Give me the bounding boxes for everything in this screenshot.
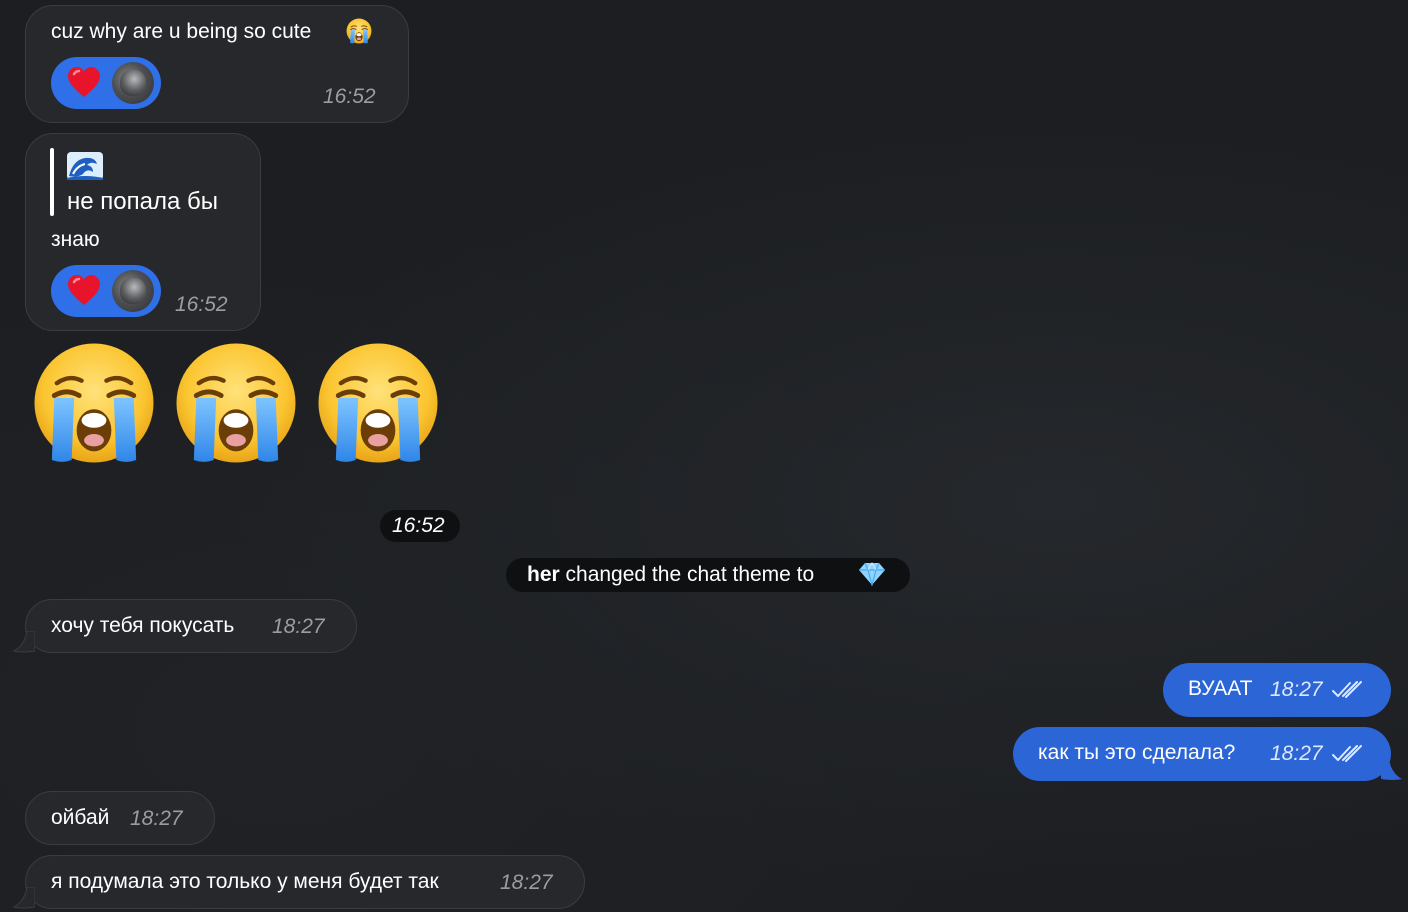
message-time: 16:52 bbox=[175, 293, 228, 316]
message-bubble[interactable]: я подумала это только у меня будет так 1… bbox=[25, 855, 585, 909]
message-text: ойбай bbox=[51, 806, 110, 829]
message-time: 18:27 bbox=[500, 871, 553, 894]
bubble-tail bbox=[13, 631, 35, 653]
quote-block[interactable] bbox=[50, 148, 54, 216]
message-time: 18:27 bbox=[272, 615, 325, 638]
message-text: cuz why are u being so cute bbox=[51, 20, 312, 43]
loudly-crying-face-icon[interactable] bbox=[174, 341, 298, 465]
service-text: changed the chat theme to bbox=[559, 563, 815, 586]
message-text: я подумала это только у меня будет так bbox=[51, 870, 439, 893]
message-text: хочу тебя покусать bbox=[51, 614, 235, 637]
chat-window: cuz why are u being so cute 16:52 не поп… bbox=[0, 0, 1408, 912]
message-text: ВУААТ bbox=[1188, 677, 1253, 700]
message-text: знаю bbox=[51, 228, 100, 251]
message-time: 16:52 bbox=[323, 85, 376, 108]
wave-icon bbox=[67, 152, 103, 180]
read-checkmarks-icon bbox=[1331, 745, 1363, 763]
red-heart-icon bbox=[67, 274, 101, 308]
red-heart-icon bbox=[67, 66, 101, 100]
message-bubble[interactable]: ойбай 18:27 bbox=[25, 791, 215, 845]
message-bubble[interactable]: ВУААТ 18:27 bbox=[1163, 663, 1391, 717]
message-text: как ты это сделала? bbox=[1038, 741, 1236, 764]
avatar bbox=[112, 62, 154, 104]
message-bubble[interactable]: cuz why are u being so cute 16:52 bbox=[25, 5, 409, 123]
service-message: her changed the chat theme to bbox=[506, 558, 910, 592]
message-bubble[interactable]: не попала бы знаю 16:52 bbox=[25, 133, 261, 331]
read-checkmarks-icon bbox=[1331, 681, 1363, 699]
service-actor: her bbox=[527, 563, 560, 586]
quote-text: не попала бы bbox=[67, 188, 218, 215]
bubble-tail bbox=[1381, 759, 1402, 780]
loudly-crying-face-icon bbox=[346, 18, 372, 44]
reaction-pill[interactable] bbox=[51, 265, 161, 317]
loudly-crying-face-icon[interactable] bbox=[316, 341, 440, 465]
sticker-time-pill: 16:52 bbox=[380, 510, 460, 542]
bubble-tail bbox=[13, 887, 35, 909]
reaction-pill[interactable] bbox=[51, 57, 161, 109]
message-time: 18:27 bbox=[130, 807, 183, 830]
avatar bbox=[112, 270, 154, 312]
message-time: 18:27 bbox=[1270, 678, 1323, 701]
message-time: 18:27 bbox=[1270, 742, 1323, 765]
message-bubble[interactable]: хочу тебя покусать 18:27 bbox=[25, 599, 357, 653]
message-bubble[interactable]: как ты это сделала? 18:27 bbox=[1013, 727, 1391, 781]
diamond-icon bbox=[859, 562, 885, 586]
message-time: 16:52 bbox=[392, 514, 445, 537]
loudly-crying-face-icon[interactable] bbox=[32, 341, 156, 465]
